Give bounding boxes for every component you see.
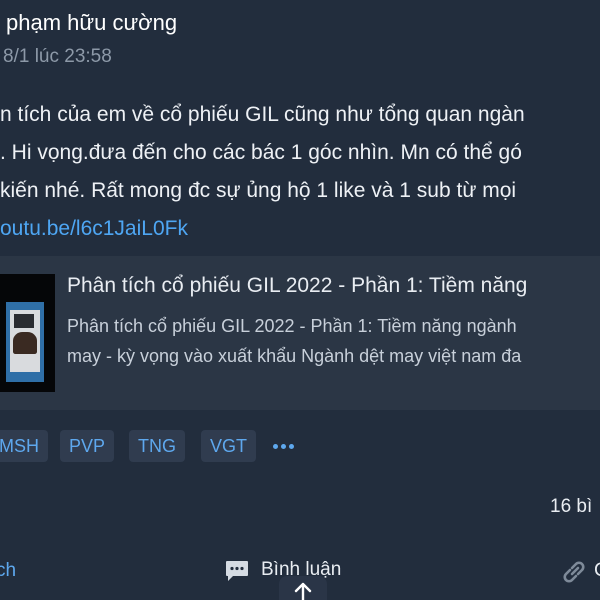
video-thumbnail[interactable] bbox=[0, 274, 55, 392]
preview-title[interactable]: Phân tích cổ phiếu GIL 2022 - Phần 1: Ti… bbox=[67, 274, 527, 298]
post-timestamp[interactable]: 8/1 lúc 23:58 bbox=[3, 46, 112, 68]
like-button[interactable]: ch bbox=[0, 560, 16, 582]
post-text-line: n tích của em về cổ phiếu GIL cũng như t… bbox=[0, 103, 525, 126]
view-count: 16 bì bbox=[550, 496, 593, 517]
arrow-up-icon bbox=[294, 582, 312, 600]
post-text-line: . Hi vọng.đưa đến cho các bác 1 góc nhìn… bbox=[0, 141, 522, 164]
link-icon[interactable] bbox=[559, 557, 589, 587]
tag-pvp[interactable]: PVP bbox=[60, 430, 115, 462]
more-dots-icon[interactable] bbox=[271, 430, 297, 462]
preview-description-line: may - kỳ vọng vào xuất khẩu Ngành dệt ma… bbox=[67, 346, 522, 366]
youtube-link[interactable]: outu.be/l6c1JaiL0Fk bbox=[0, 217, 188, 241]
link-preview-card[interactable]: Phân tích cổ phiếu GIL 2022 - Phần 1: Ti… bbox=[0, 256, 600, 410]
comment-icon bbox=[226, 561, 248, 581]
scroll-to-top-button[interactable] bbox=[279, 576, 327, 600]
author-name[interactable]: phạm hữu cường bbox=[6, 10, 177, 36]
post-card: phạm hữu cường 8/1 lúc 23:58 n tích của … bbox=[0, 0, 600, 600]
post-text-line: kiến nhé. Rất mong đc sự ủng hộ 1 like v… bbox=[0, 179, 517, 202]
preview-description: Phân tích cổ phiếu GIL 2022 - Phần 1: Ti… bbox=[67, 311, 521, 371]
share-label[interactable]: C bbox=[594, 560, 600, 582]
tag-vgt[interactable]: VGT bbox=[201, 430, 257, 462]
preview-description-line: Phân tích cổ phiếu GIL 2022 - Phần 1: Ti… bbox=[67, 316, 517, 336]
tag-msh[interactable]: MSH bbox=[0, 430, 48, 462]
tag-tng[interactable]: TNG bbox=[129, 430, 185, 462]
